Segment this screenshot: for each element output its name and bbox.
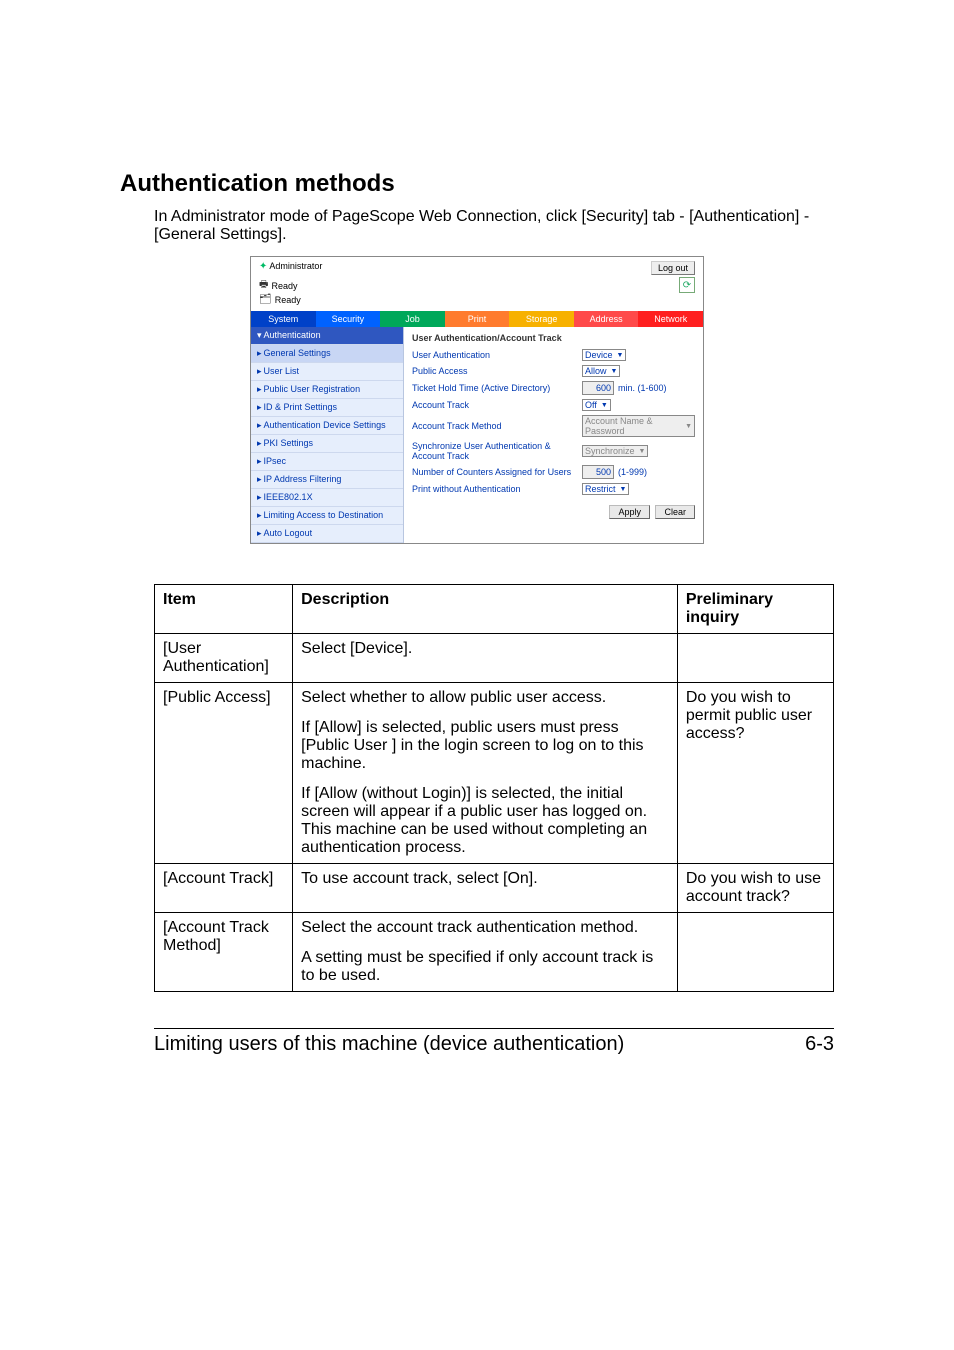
label-account-track-method: Account Track Method bbox=[412, 421, 582, 431]
intro-text: In Administrator mode of PageScope Web C… bbox=[154, 208, 834, 244]
tab-print[interactable]: Print bbox=[445, 311, 510, 327]
cell-inquiry: Do you wish to permit public user access… bbox=[677, 683, 833, 864]
input-ticket-hold[interactable]: 600 bbox=[582, 381, 614, 395]
select-sync[interactable]: Synchronize▼ bbox=[582, 445, 648, 457]
cell-item: [User Authentication] bbox=[155, 634, 293, 683]
admin-label: ✦ Administrator bbox=[259, 261, 322, 272]
sidebar-item-public-user-registration[interactable]: ▸Public User Registration bbox=[251, 381, 403, 399]
globe-icon: ✦ bbox=[259, 261, 267, 272]
label-user-auth: User Authentication bbox=[412, 350, 582, 360]
cell-desc: Select [Device]. bbox=[293, 634, 678, 683]
table-row: [Account Track] To use account track, se… bbox=[155, 864, 834, 913]
cell-inquiry bbox=[677, 913, 833, 992]
label-print-without-auth: Print without Authentication bbox=[412, 484, 582, 494]
th-item: Item bbox=[155, 585, 293, 634]
select-public-access[interactable]: Allow▼ bbox=[582, 365, 620, 377]
cell-item: [Public Access] bbox=[155, 683, 293, 864]
cell-inquiry bbox=[677, 634, 833, 683]
sidebar-item-ieee8021x[interactable]: ▸IEEE802.1X bbox=[251, 489, 403, 507]
sidebar-item-ipsec[interactable]: ▸IPsec bbox=[251, 453, 403, 471]
select-account-track-method[interactable]: Account Name & Password▼ bbox=[582, 415, 695, 437]
ticket-range: min. (1-600) bbox=[618, 383, 667, 393]
screenshot-panel: ✦ Administrator Log out 🖶Ready 🗂Ready ⟳ … bbox=[250, 256, 704, 544]
table-row: [User Authentication] Select [Device]. bbox=[155, 634, 834, 683]
page-heading: Authentication methods bbox=[120, 170, 834, 198]
cell-inquiry: Do you wish to use account track? bbox=[677, 864, 833, 913]
clear-button[interactable]: Clear bbox=[655, 505, 695, 519]
sidebar-item-auth-device-settings[interactable]: ▸Authentication Device Settings bbox=[251, 417, 403, 435]
th-inquiry: Preliminary inquiry bbox=[677, 585, 833, 634]
select-account-track[interactable]: Off▼ bbox=[582, 399, 611, 411]
sidebar-item-ip-filtering[interactable]: ▸IP Address Filtering bbox=[251, 471, 403, 489]
select-user-auth[interactable]: Device▼ bbox=[582, 349, 626, 361]
tab-address[interactable]: Address bbox=[574, 311, 639, 327]
main-form: User Authentication/Account Track User A… bbox=[404, 327, 703, 543]
table-row: [Public Access] Select whether to allow … bbox=[155, 683, 834, 864]
counters-range: (1-999) bbox=[618, 467, 647, 477]
label-ticket-hold: Ticket Hold Time (Active Directory) bbox=[412, 383, 582, 393]
label-public-access: Public Access bbox=[412, 366, 582, 376]
footer-page: 6-3 bbox=[805, 1033, 834, 1056]
cell-item: [Account Track Method] bbox=[155, 913, 293, 992]
cell-desc: Select whether to allow public user acce… bbox=[293, 683, 678, 864]
status-text-1: Ready bbox=[271, 281, 297, 291]
footer-rule bbox=[154, 1028, 834, 1029]
sidebar-item-general-settings[interactable]: ▸General Settings bbox=[251, 345, 403, 363]
logout-button[interactable]: Log out bbox=[651, 261, 695, 275]
tab-job[interactable]: Job bbox=[380, 311, 445, 327]
table-row: [Account Track Method] Select the accoun… bbox=[155, 913, 834, 992]
sidebar: ▾Authentication ▸General Settings ▸User … bbox=[251, 327, 404, 543]
chevron-down-icon: ▼ bbox=[617, 352, 624, 359]
chevron-down-icon: ▼ bbox=[601, 402, 608, 409]
sidebar-item-auto-logout[interactable]: ▸Auto Logout bbox=[251, 525, 403, 543]
tray-icon: 🗂 bbox=[259, 294, 272, 305]
admin-text: Administrator bbox=[269, 261, 322, 271]
th-description: Description bbox=[293, 585, 678, 634]
label-counters: Number of Counters Assigned for Users bbox=[412, 467, 582, 477]
label-sync: Synchronize User Authentication & Accoun… bbox=[412, 441, 582, 461]
apply-button[interactable]: Apply bbox=[609, 505, 650, 519]
chevron-down-icon: ▼ bbox=[685, 423, 692, 430]
sidebar-item-id-print-settings[interactable]: ▸ID & Print Settings bbox=[251, 399, 403, 417]
select-print-without-auth[interactable]: Restrict▼ bbox=[582, 483, 629, 495]
footer-title: Limiting users of this machine (device a… bbox=[154, 1033, 624, 1056]
description-table: Item Description Preliminary inquiry [Us… bbox=[154, 584, 834, 992]
cell-item: [Account Track] bbox=[155, 864, 293, 913]
status-text-2: Ready bbox=[275, 295, 301, 305]
printer-icon: 🖶 bbox=[259, 277, 268, 294]
input-counters[interactable]: 500 bbox=[582, 465, 614, 479]
tab-security[interactable]: Security bbox=[316, 311, 381, 327]
tab-storage[interactable]: Storage bbox=[509, 311, 574, 327]
tab-system[interactable]: System bbox=[251, 311, 316, 327]
sidebar-item-user-list[interactable]: ▸User List bbox=[251, 363, 403, 381]
label-account-track: Account Track bbox=[412, 400, 582, 410]
chevron-down-icon: ▼ bbox=[639, 448, 646, 455]
cell-desc: Select the account track authentication … bbox=[293, 913, 678, 992]
chevron-down-icon: ▼ bbox=[611, 368, 618, 375]
chevron-down-icon: ▼ bbox=[620, 486, 627, 493]
sidebar-header: ▾Authentication bbox=[251, 327, 403, 345]
section-title: User Authentication/Account Track bbox=[412, 333, 695, 343]
sidebar-item-limiting-access[interactable]: ▸Limiting Access to Destination bbox=[251, 507, 403, 525]
tab-bar: System Security Job Print Storage Addres… bbox=[251, 311, 703, 327]
sidebar-item-pki-settings[interactable]: ▸PKI Settings bbox=[251, 435, 403, 453]
cell-desc: To use account track, select [On]. bbox=[293, 864, 678, 913]
refresh-icon[interactable]: ⟳ bbox=[679, 277, 695, 293]
tab-network[interactable]: Network bbox=[638, 311, 703, 327]
